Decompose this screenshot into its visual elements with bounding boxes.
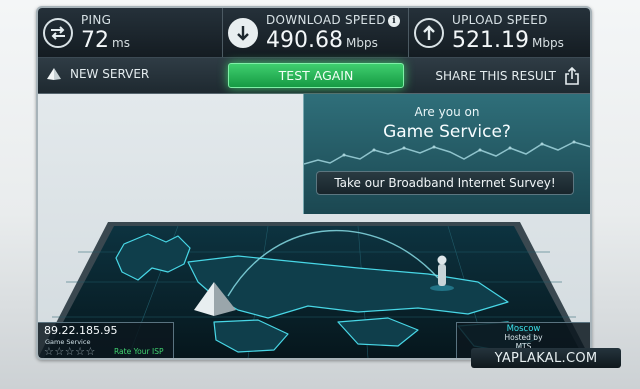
rating-stars[interactable]: ☆☆☆☆☆ bbox=[44, 345, 96, 358]
pyramid-icon bbox=[47, 68, 61, 80]
arrows-swap-icon bbox=[43, 17, 73, 48]
survey-button[interactable]: Take our Broadband Internet Survey! bbox=[316, 171, 574, 195]
test-again-label: TEST AGAIN bbox=[278, 68, 354, 83]
new-server-button[interactable]: NEW SERVER bbox=[46, 67, 149, 81]
ping-unit: ms bbox=[112, 35, 130, 50]
speedtest-frame: PING 72ms DOWNLOAD SPEED 490.68Mbps i bbox=[36, 6, 592, 360]
ping-stat: PING 72 ms bbox=[38, 8, 223, 57]
main-area: Are you on Game Service? Take our Broadb… bbox=[38, 94, 590, 358]
download-stat: DOWNLOAD SPEED 490.68 Mbps i bbox=[223, 8, 409, 57]
survey-question: Are you on bbox=[414, 105, 480, 119]
upload-value: 521.19 bbox=[452, 27, 529, 53]
upload-label: UPLOAD SPEED bbox=[452, 12, 548, 27]
upload-stat: UPLOAD SPEED 521.19 Mbps bbox=[409, 8, 590, 57]
server-info: 89.22.185.95 Game Service ☆☆☆☆☆ Rate You… bbox=[38, 322, 174, 358]
ip-address: 89.22.185.95 bbox=[44, 324, 118, 337]
new-server-label: NEW SERVER bbox=[70, 67, 150, 81]
share-icon bbox=[565, 67, 579, 85]
download-value: 490.68 bbox=[266, 27, 343, 53]
survey-panel: Are you on Game Service? Take our Broadb… bbox=[303, 94, 590, 214]
test-again-button[interactable]: TEST AGAIN bbox=[228, 63, 404, 88]
ping-value: 72 bbox=[81, 27, 109, 53]
download-label: DOWNLOAD SPEED bbox=[266, 12, 386, 27]
share-label: SHARE THIS RESULT bbox=[435, 69, 556, 83]
ping-label: PING bbox=[81, 12, 112, 27]
survey-button-label: Take our Broadband Internet Survey! bbox=[334, 176, 556, 190]
survey-graph-decoration bbox=[304, 140, 590, 165]
arrow-up-icon bbox=[414, 17, 444, 48]
share-result-button[interactable]: SHARE THIS RESULT bbox=[435, 67, 580, 85]
arrow-down-icon bbox=[228, 17, 258, 48]
watermark: YAPLAKAL.COM bbox=[471, 348, 621, 368]
download-unit: Mbps bbox=[345, 35, 378, 50]
upload-unit: Mbps bbox=[531, 35, 564, 50]
rate-isp-link[interactable]: Rate Your ISP bbox=[114, 347, 163, 356]
info-icon[interactable]: i bbox=[388, 15, 400, 27]
stats-bar: PING 72ms DOWNLOAD SPEED 490.68Mbps i bbox=[38, 8, 590, 58]
action-bar: NEW SERVER TEST AGAIN SHARE THIS RESULT bbox=[38, 58, 590, 94]
